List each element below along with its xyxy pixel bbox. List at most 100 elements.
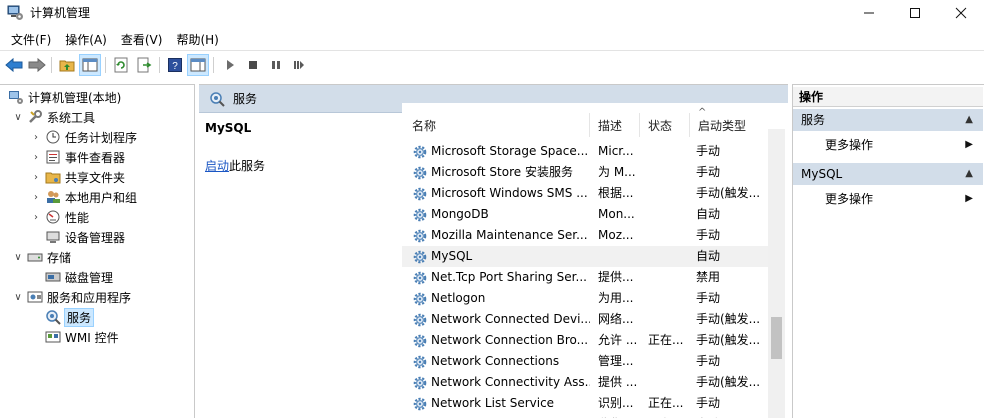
tree-item[interactable]: 设备管理器: [30, 227, 125, 247]
forward-button[interactable]: [27, 55, 47, 75]
show-action-pane-button[interactable]: [187, 54, 209, 76]
actions-section-services[interactable]: 服务 ▲: [793, 109, 983, 131]
service-description: 根据...: [598, 186, 634, 200]
refresh-icon: [114, 57, 128, 73]
folder-up-icon: [59, 60, 75, 72]
menu-view[interactable]: 查看(V): [114, 31, 170, 48]
tree-item-label: WMI 控件: [65, 330, 119, 345]
toolbar-separator: [51, 57, 52, 73]
tree-item[interactable]: 磁盘管理: [30, 267, 113, 287]
toolbar-separator: [159, 57, 160, 73]
service-gear-icon: [413, 229, 427, 242]
svg-text:?: ?: [172, 61, 178, 72]
stop-service-button[interactable]: [243, 55, 263, 75]
service-row[interactable]: MongoDB Mon... 自动: [402, 204, 768, 225]
close-button[interactable]: [938, 0, 984, 26]
maximize-button[interactable]: [892, 0, 938, 26]
export-list-button[interactable]: [134, 55, 154, 75]
services-pane: 服务 MySQL 启动此服务 ^ 名称 描述 状态 启动类型 Microsoft…: [199, 84, 788, 418]
tree-item[interactable]: › 共享文件夹: [30, 167, 125, 187]
services-scrollbar[interactable]: [768, 129, 785, 418]
tree-item[interactable]: › 事件查看器: [30, 147, 125, 167]
export-icon: [137, 57, 152, 73]
service-description: 收集...: [598, 414, 642, 418]
tree-item-label: 系统工具: [47, 110, 96, 125]
service-description: Mon...: [598, 207, 635, 221]
service-row[interactable]: Network Connections 管理... 手动: [402, 351, 768, 372]
service-row[interactable]: Net.Tcp Port Sharing Ser... 提供... 禁用: [402, 267, 768, 288]
tree-item[interactable]: ∨ 系统工具: [12, 107, 95, 127]
start-service-button[interactable]: [220, 55, 240, 75]
tree-item[interactable]: › 任务计划程序: [30, 127, 137, 147]
start-service-link[interactable]: 启动: [205, 159, 229, 173]
tree-item[interactable]: 服务: [30, 307, 95, 327]
back-button[interactable]: [4, 55, 24, 75]
service-row[interactable]: Microsoft Windows SMS ... 根据... 手动(触发...: [402, 183, 768, 204]
expanded-chevron-icon[interactable]: ∨: [12, 292, 24, 303]
service-startup-type: 禁用: [696, 270, 721, 284]
tree-item[interactable]: ∨ 存储: [12, 247, 71, 267]
pause-service-button[interactable]: [266, 55, 286, 75]
services-icon: [46, 310, 61, 325]
service-name-cell: Network Connection Bro...: [412, 330, 590, 351]
service-name-cell: Netlogon: [412, 288, 590, 309]
service-name: MongoDB: [431, 207, 489, 221]
help-button[interactable]: ?: [165, 55, 185, 75]
action-pane-icon: [190, 58, 206, 72]
service-gear-icon: [413, 313, 427, 326]
tree-item[interactable]: WMI 控件: [30, 327, 119, 347]
up-one-level-button[interactable]: [57, 55, 77, 75]
service-row[interactable]: Network Location Aw... 收集... 正在... 自动: [402, 414, 768, 418]
service-row[interactable]: Microsoft Storage Space... Micr... 手动: [402, 141, 768, 162]
service-name: Net.Tcp Port Sharing Ser...: [431, 270, 587, 284]
restart-service-icon: [294, 61, 304, 69]
menu-action[interactable]: 操作(A): [58, 31, 114, 48]
collapsed-chevron-icon[interactable]: ›: [30, 212, 42, 223]
column-header-startup-type[interactable]: 启动类型: [690, 113, 768, 137]
collapsed-chevron-icon[interactable]: ›: [30, 192, 42, 203]
column-header-name[interactable]: 名称: [404, 113, 590, 137]
maximize-icon: [910, 8, 920, 18]
tree-item[interactable]: › 性能: [30, 207, 89, 227]
tree-item[interactable]: 计算机管理(本地): [8, 87, 121, 107]
menu-file[interactable]: 文件(F): [4, 31, 58, 48]
service-row[interactable]: Network Connected Devi... 网络... 手动(触发...: [402, 309, 768, 330]
service-description: 管理...: [598, 354, 634, 368]
service-name: Netlogon: [431, 291, 486, 305]
menu-help[interactable]: 帮助(H): [169, 31, 225, 48]
wmi-icon: [45, 331, 61, 343]
collapsed-chevron-icon[interactable]: ›: [30, 172, 42, 183]
service-row[interactable]: MySQL 自动: [402, 246, 768, 267]
service-row[interactable]: Network Connection Bro... 允许 ... 正在... 手动(触…: [402, 330, 768, 351]
service-row[interactable]: Mozilla Maintenance Ser... Moz... 手动: [402, 225, 768, 246]
scrollbar-thumb[interactable]: [771, 317, 782, 359]
service-row[interactable]: Network List Service 识别... 正在... 手动: [402, 393, 768, 414]
service-description: Moz...: [598, 228, 634, 242]
actions-section-label: MySQL: [801, 167, 843, 181]
tree-item[interactable]: › 本地用户和组: [30, 187, 137, 207]
service-row[interactable]: Microsoft Store 安装服务 为 M... 手动: [402, 162, 768, 183]
task-scheduler-icon: [46, 130, 60, 144]
refresh-button[interactable]: [111, 55, 131, 75]
service-row[interactable]: Network Connectivity Ass... 提供 ... 手动(触发..…: [402, 372, 768, 393]
expanded-chevron-icon[interactable]: ∨: [12, 112, 24, 123]
service-startup-type: 自动: [696, 249, 721, 263]
service-row[interactable]: Netlogon 为用... 手动: [402, 288, 768, 309]
collapsed-chevron-icon[interactable]: ›: [30, 132, 42, 143]
collapsed-chevron-icon[interactable]: ›: [30, 152, 42, 163]
actions-section-mysql[interactable]: MySQL ▲: [793, 163, 983, 185]
column-header-description[interactable]: 描述: [590, 113, 640, 137]
minimize-button[interactable]: [846, 0, 892, 26]
expanded-chevron-icon[interactable]: ∨: [12, 252, 24, 263]
more-actions-mysql[interactable]: 更多操作 ▶: [793, 188, 983, 210]
service-description: 提供...: [598, 270, 634, 284]
show-console-tree-button[interactable]: [79, 54, 101, 76]
service-status: [648, 162, 688, 183]
service-description: 网络...: [598, 312, 634, 326]
tree-item[interactable]: ∨ 服务和应用程序: [12, 287, 131, 307]
more-actions-services[interactable]: 更多操作 ▶: [793, 134, 983, 156]
restart-service-button[interactable]: [289, 55, 309, 75]
service-name: Network Connections: [431, 354, 560, 368]
column-header-status[interactable]: 状态: [640, 113, 690, 137]
forward-arrow-icon: [28, 57, 46, 73]
